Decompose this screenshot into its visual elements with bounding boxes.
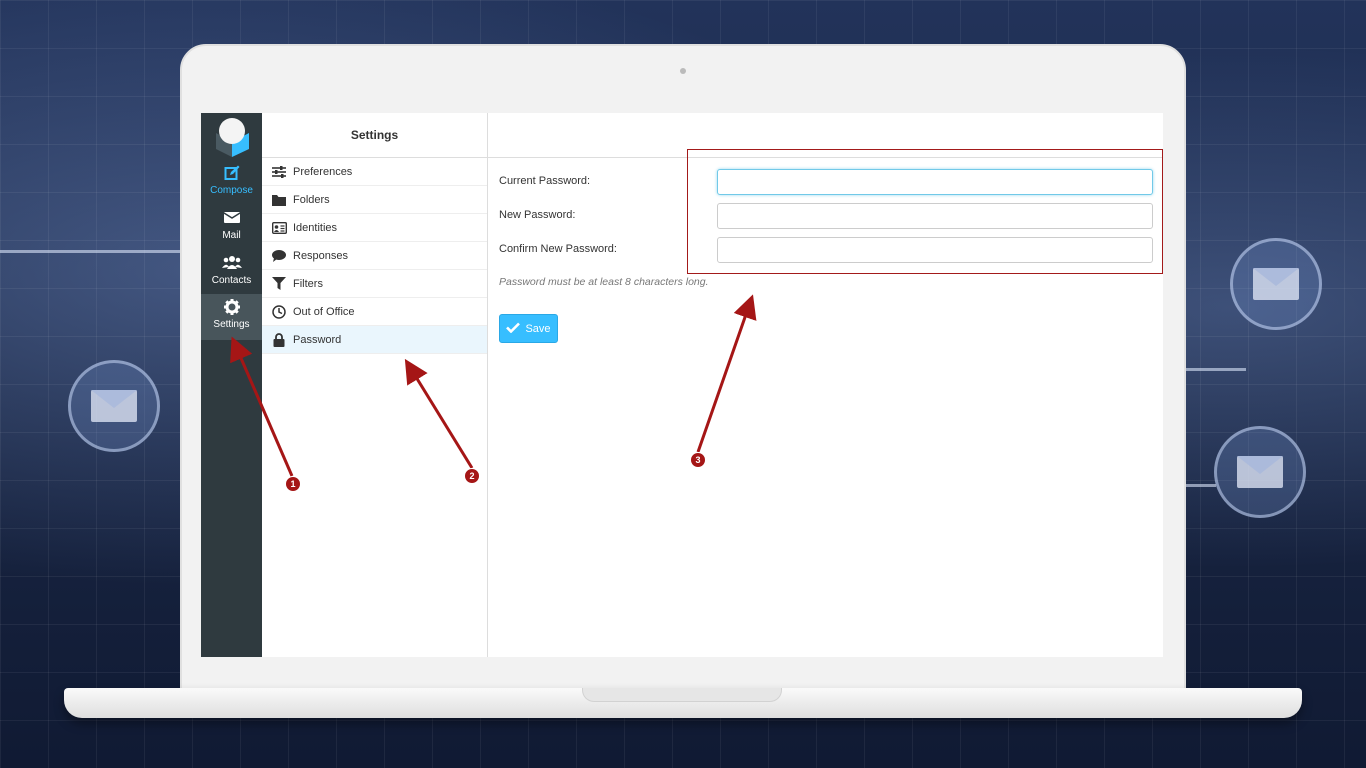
speech-bubble-icon [271, 249, 287, 263]
settings-item-password[interactable]: Password [262, 326, 487, 354]
background-envelope-icon [1214, 426, 1306, 518]
taskbar-item-settings[interactable]: Settings [201, 294, 262, 340]
password-hint: Password must be at least 8 characters l… [499, 276, 709, 288]
settings-item-responses[interactable]: Responses [262, 242, 487, 270]
gear-icon [201, 299, 262, 319]
background-envelope-icon [68, 360, 160, 452]
settings-item-label: Password [293, 333, 342, 346]
settings-item-filters[interactable]: Filters [262, 270, 487, 298]
new-password-label: New Password: [499, 209, 576, 221]
background-connector-line [1186, 368, 1246, 371]
checkmark-icon [506, 322, 521, 336]
taskbar-label: Settings [213, 319, 250, 330]
envelope-icon [201, 210, 262, 230]
taskbar: Compose Mail Contacts Settings [201, 113, 262, 657]
folder-icon [271, 193, 287, 207]
annotation-badge: 2 [464, 468, 480, 484]
confirm-password-label: Confirm New Password: [499, 243, 617, 255]
laptop-base-notch [582, 688, 782, 702]
annotation-badge: 3 [690, 452, 706, 468]
settings-item-label: Out of Office [293, 305, 355, 318]
contacts-icon [201, 255, 262, 275]
id-card-icon [271, 221, 287, 235]
roundcube-logo-icon [216, 118, 249, 157]
current-password-label: Current Password: [499, 175, 591, 187]
taskbar-item-compose[interactable]: Compose [201, 160, 262, 204]
laptop-camera [680, 68, 686, 74]
sliders-icon [271, 165, 287, 179]
settings-item-label: Identities [293, 221, 338, 234]
settings-item-label: Responses [293, 249, 349, 262]
settings-sections: Settings Preferences Folders Identities … [262, 113, 488, 657]
settings-item-label: Preferences [293, 165, 353, 178]
save-button-label: Save [525, 322, 551, 335]
settings-item-preferences[interactable]: Preferences [262, 158, 487, 186]
filter-icon [271, 277, 287, 291]
compose-icon [201, 165, 262, 185]
clock-icon [271, 304, 287, 319]
background-envelope-icon [1230, 238, 1322, 330]
taskbar-label: Compose [210, 185, 253, 196]
settings-item-out-of-office[interactable]: Out of Office [262, 298, 487, 326]
settings-title: Settings [262, 113, 487, 158]
lock-icon [271, 332, 287, 347]
taskbar-item-contacts[interactable]: Contacts [201, 250, 262, 294]
settings-item-label: Folders [293, 193, 330, 206]
taskbar-item-mail[interactable]: Mail [201, 205, 262, 249]
taskbar-label: Contacts [211, 275, 252, 286]
settings-item-folders[interactable]: Folders [262, 186, 487, 214]
highlight-box [687, 149, 1163, 274]
save-button[interactable]: Save [499, 314, 558, 343]
taskbar-label: Mail [222, 230, 241, 241]
settings-item-label: Filters [293, 277, 323, 290]
background-connector-line [0, 250, 180, 253]
background-connector-line [1186, 484, 1216, 487]
annotation-badge: 1 [285, 476, 301, 492]
settings-item-identities[interactable]: Identities [262, 214, 487, 242]
